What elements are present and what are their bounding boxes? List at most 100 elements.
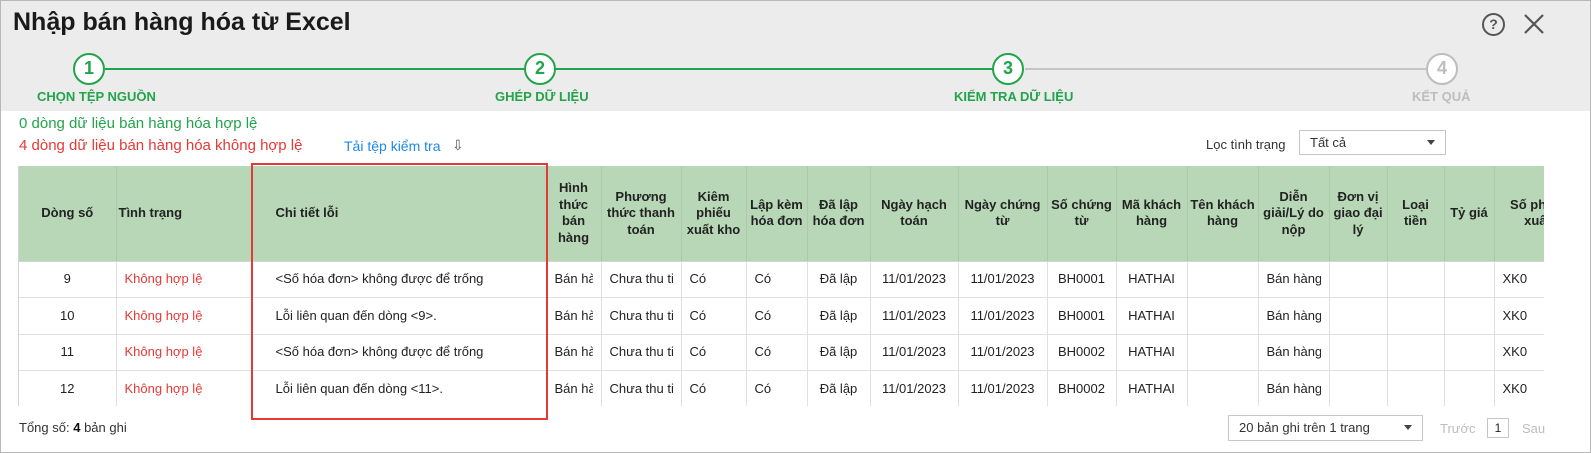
step-3-circle: 3 [992, 53, 1024, 85]
sale-type-cell: Bán hàng hóa trong nước [546, 334, 602, 371]
page-size-select[interactable]: 20 bản ghi trên 1 trang [1228, 415, 1423, 441]
step-4-circle: 4 [1426, 53, 1458, 85]
error-detail-cell: Lỗi liên quan đến dòng <11>. [251, 370, 547, 406]
column-header[interactable]: Đã lập hóa đơn [807, 166, 871, 262]
column-header[interactable]: Mã khách hàng [1116, 166, 1188, 262]
invoiced-cell: Đã lập [807, 370, 871, 406]
invoiced-cell: Đã lập [807, 261, 871, 298]
total-unit: bản ghi [84, 420, 127, 435]
with-invoice-cell: Có [746, 334, 808, 371]
column-header[interactable]: Kiêm phiếu xuất kho [681, 166, 747, 262]
table-row[interactable]: 11 Không hợp lệ <Số hóa đơn> không được … [19, 334, 1544, 371]
description-cell: Bán hàng hóa [1258, 370, 1330, 406]
invoiced-cell: Đã lập [807, 334, 871, 371]
stepper-line-todo [1025, 68, 1427, 70]
column-header[interactable]: Ngày hạch toán [870, 166, 959, 262]
filter-status-label: Lọc tình trạng [1206, 137, 1286, 152]
currency-cell [1387, 334, 1445, 371]
with-invoice-cell: Có [746, 370, 808, 406]
payment-method-cell: Chưa thu tiền [601, 370, 682, 406]
column-header[interactable]: Hình thức bán hàng [546, 166, 602, 262]
delivery-note-cell: Có [681, 334, 747, 371]
column-header[interactable]: Tình trạng [116, 166, 252, 262]
close-icon[interactable] [1521, 11, 1547, 37]
issue-number-cell: XK0 [1494, 334, 1544, 371]
customer-code-cell: HATHAI [1116, 261, 1188, 298]
chevron-down-icon [1427, 140, 1435, 145]
sale-type-cell: Bán hàng hóa trong nước [546, 261, 602, 298]
column-header[interactable]: Tỷ giá [1444, 166, 1495, 262]
posting-date-cell: 11/01/2023 [870, 334, 959, 371]
help-icon[interactable]: ? [1482, 13, 1505, 36]
row-number-cell: 10 [19, 297, 117, 335]
step-3-label: KIỂM TRA DỮ LIỆU [954, 89, 1074, 104]
with-invoice-cell: Có [746, 297, 808, 335]
table-row[interactable]: 9 Không hợp lệ <Số hóa đơn> không được đ… [19, 261, 1544, 298]
sale-type-cell: Bán hàng hóa trong nước [546, 297, 602, 335]
table-row[interactable]: 10 Không hợp lệ Lỗi liên quan đến dòng <… [19, 297, 1544, 335]
column-header[interactable]: Chi tiết lỗi [251, 166, 547, 262]
column-header[interactable]: Diễn giải/Lý do nộp [1258, 166, 1330, 262]
agent-unit-cell [1329, 261, 1388, 298]
valid-rows-message: 0 dòng dữ liệu bán hàng hóa hợp lệ [19, 115, 258, 132]
delivery-note-cell: Có [681, 261, 747, 298]
page-size-value: 20 bản ghi trên 1 trang [1239, 420, 1370, 435]
sale-type-cell: Bán hàng hóa trong nước [546, 370, 602, 406]
column-header[interactable]: Loại tiền [1387, 166, 1445, 262]
error-detail-cell: Lỗi liên quan đến dòng <9>. [251, 297, 547, 335]
customer-code-cell: HATHAI [1116, 334, 1188, 371]
chevron-down-icon [1404, 425, 1412, 430]
next-page-button[interactable]: Sau [1522, 421, 1545, 436]
delivery-note-cell: Có [681, 297, 747, 335]
total-records: Tổng số: 4 bản ghi [19, 420, 127, 435]
error-detail-cell: <Số hóa đơn> không được để trống [251, 334, 547, 371]
column-header[interactable]: Tên khách hàng [1187, 166, 1259, 262]
voucher-number-cell: BH0002 [1047, 370, 1117, 406]
customer-name-cell [1187, 334, 1259, 371]
exchange-rate-cell [1444, 297, 1495, 335]
agent-unit-cell [1329, 370, 1388, 406]
payment-method-cell: Chưa thu tiền [601, 261, 682, 298]
status-cell: Không hợp lệ [116, 334, 252, 371]
column-header[interactable]: Đơn vị giao đại lý [1329, 166, 1388, 262]
download-icon[interactable]: ⇩ [452, 137, 464, 154]
currency-cell [1387, 297, 1445, 335]
column-header[interactable]: Số phiếu xuất [1494, 166, 1544, 262]
column-header[interactable]: Số chứng từ [1047, 166, 1117, 262]
import-dialog: Nhập bán hàng hóa từ Excel ? 1 2 3 4 CHỌ… [0, 0, 1591, 453]
table-header-row: Dòng số Tình trạng Chi tiết lỗi Hình thứ… [19, 166, 1544, 262]
previous-page-button[interactable]: Trước [1440, 421, 1476, 436]
total-label: Tổng số: [19, 420, 70, 435]
column-header[interactable]: Phương thức thanh toán [601, 166, 682, 262]
agent-unit-cell [1329, 297, 1388, 335]
column-header[interactable]: Lập kèm hóa đơn [746, 166, 808, 262]
voucher-date-cell: 11/01/2023 [958, 334, 1048, 371]
posting-date-cell: 11/01/2023 [870, 370, 959, 406]
current-page-button[interactable]: 1 [1487, 418, 1509, 438]
step-1-circle: 1 [73, 53, 105, 85]
filter-status-select[interactable]: Tất cả [1299, 130, 1446, 155]
voucher-number-cell: BH0001 [1047, 297, 1117, 335]
dialog-title: Nhập bán hàng hóa từ Excel [13, 8, 351, 36]
table-row[interactable]: 12 Không hợp lệ Lỗi liên quan đến dòng <… [19, 370, 1544, 406]
description-cell: Bán hàng hóa [1258, 334, 1330, 371]
description-cell: Bán hàng hóa [1258, 297, 1330, 335]
delivery-note-cell: Có [681, 370, 747, 406]
data-grid[interactable]: Dòng số Tình trạng Chi tiết lỗi Hình thứ… [18, 166, 1544, 406]
exchange-rate-cell [1444, 261, 1495, 298]
check-data-table: Dòng số Tình trạng Chi tiết lỗi Hình thứ… [19, 166, 1544, 406]
exchange-rate-cell [1444, 334, 1495, 371]
invoiced-cell: Đã lập [807, 297, 871, 335]
status-cell: Không hợp lệ [116, 261, 252, 298]
status-cell: Không hợp lệ [116, 370, 252, 406]
issue-number-cell: XK0 [1494, 370, 1544, 406]
currency-cell [1387, 370, 1445, 406]
error-detail-cell: <Số hóa đơn> không được để trống [251, 261, 547, 298]
customer-code-cell: HATHAI [1116, 297, 1188, 335]
column-header[interactable]: Dòng số [19, 166, 117, 262]
column-header[interactable]: Ngày chứng từ [958, 166, 1048, 262]
download-check-file-link[interactable]: Tải tệp kiểm tra [344, 138, 440, 154]
step-1-label: CHỌN TỆP NGUỒN [37, 89, 156, 104]
row-number-cell: 12 [19, 370, 117, 406]
voucher-number-cell: BH0001 [1047, 261, 1117, 298]
